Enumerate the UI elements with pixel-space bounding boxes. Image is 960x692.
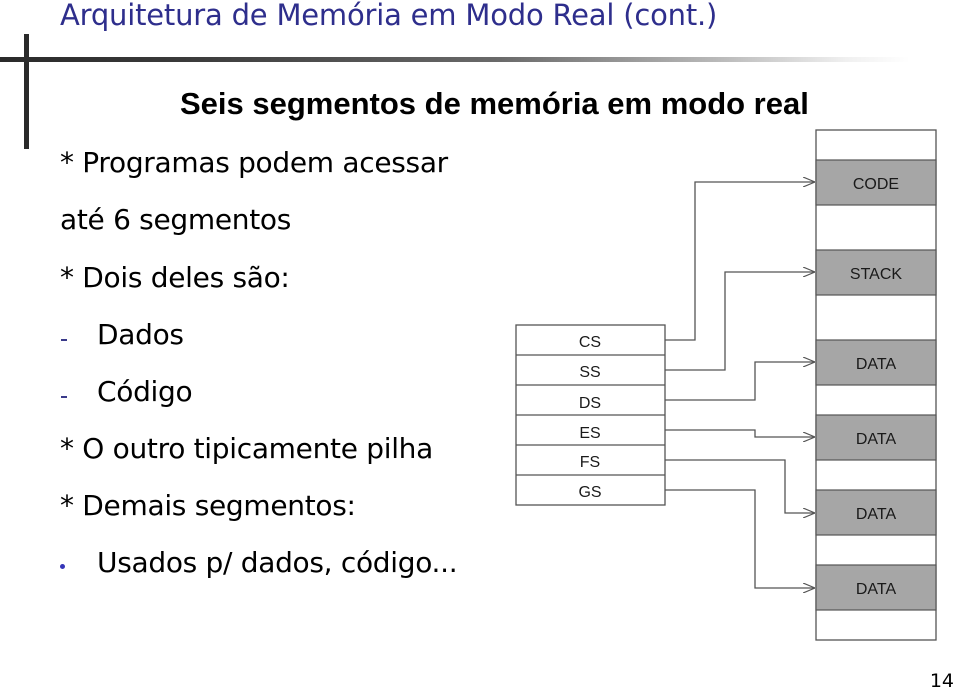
register-label-es: ES bbox=[579, 425, 600, 442]
arrow-gs-to-data bbox=[665, 489, 815, 588]
memory-column: CODE STACK DATA DATA DATA DATA bbox=[815, 129, 937, 641]
segment-label-stack: STACK bbox=[850, 266, 902, 283]
segment-label-data: DATA bbox=[856, 356, 897, 373]
arrow-es-to-data bbox=[665, 429, 815, 437]
segment-label-data: DATA bbox=[856, 506, 897, 523]
register-label-fs: FS bbox=[580, 454, 600, 471]
register-label-gs: GS bbox=[578, 484, 601, 501]
register-label-cs: CS bbox=[579, 334, 601, 351]
segment-label-code: CODE bbox=[853, 176, 899, 193]
segment-label-data: DATA bbox=[856, 581, 897, 598]
register-label-ss: SS bbox=[579, 364, 600, 381]
register-label-ds: DS bbox=[579, 395, 601, 412]
segment-register-diagram: CS SS DS ES FS GS CODE STACK DATA DATA D… bbox=[515, 129, 937, 641]
page-number: 14 bbox=[929, 670, 954, 692]
arrow-fs-to-data bbox=[665, 459, 815, 513]
arrow-cs-to-code bbox=[665, 182, 815, 341]
arrow-ss-to-stack bbox=[665, 272, 815, 371]
segment-register-box: CS SS DS ES FS GS bbox=[515, 324, 666, 506]
arrow-ds-to-data bbox=[665, 362, 815, 401]
connector-arrows bbox=[665, 182, 815, 588]
segment-label-data: DATA bbox=[856, 431, 897, 448]
